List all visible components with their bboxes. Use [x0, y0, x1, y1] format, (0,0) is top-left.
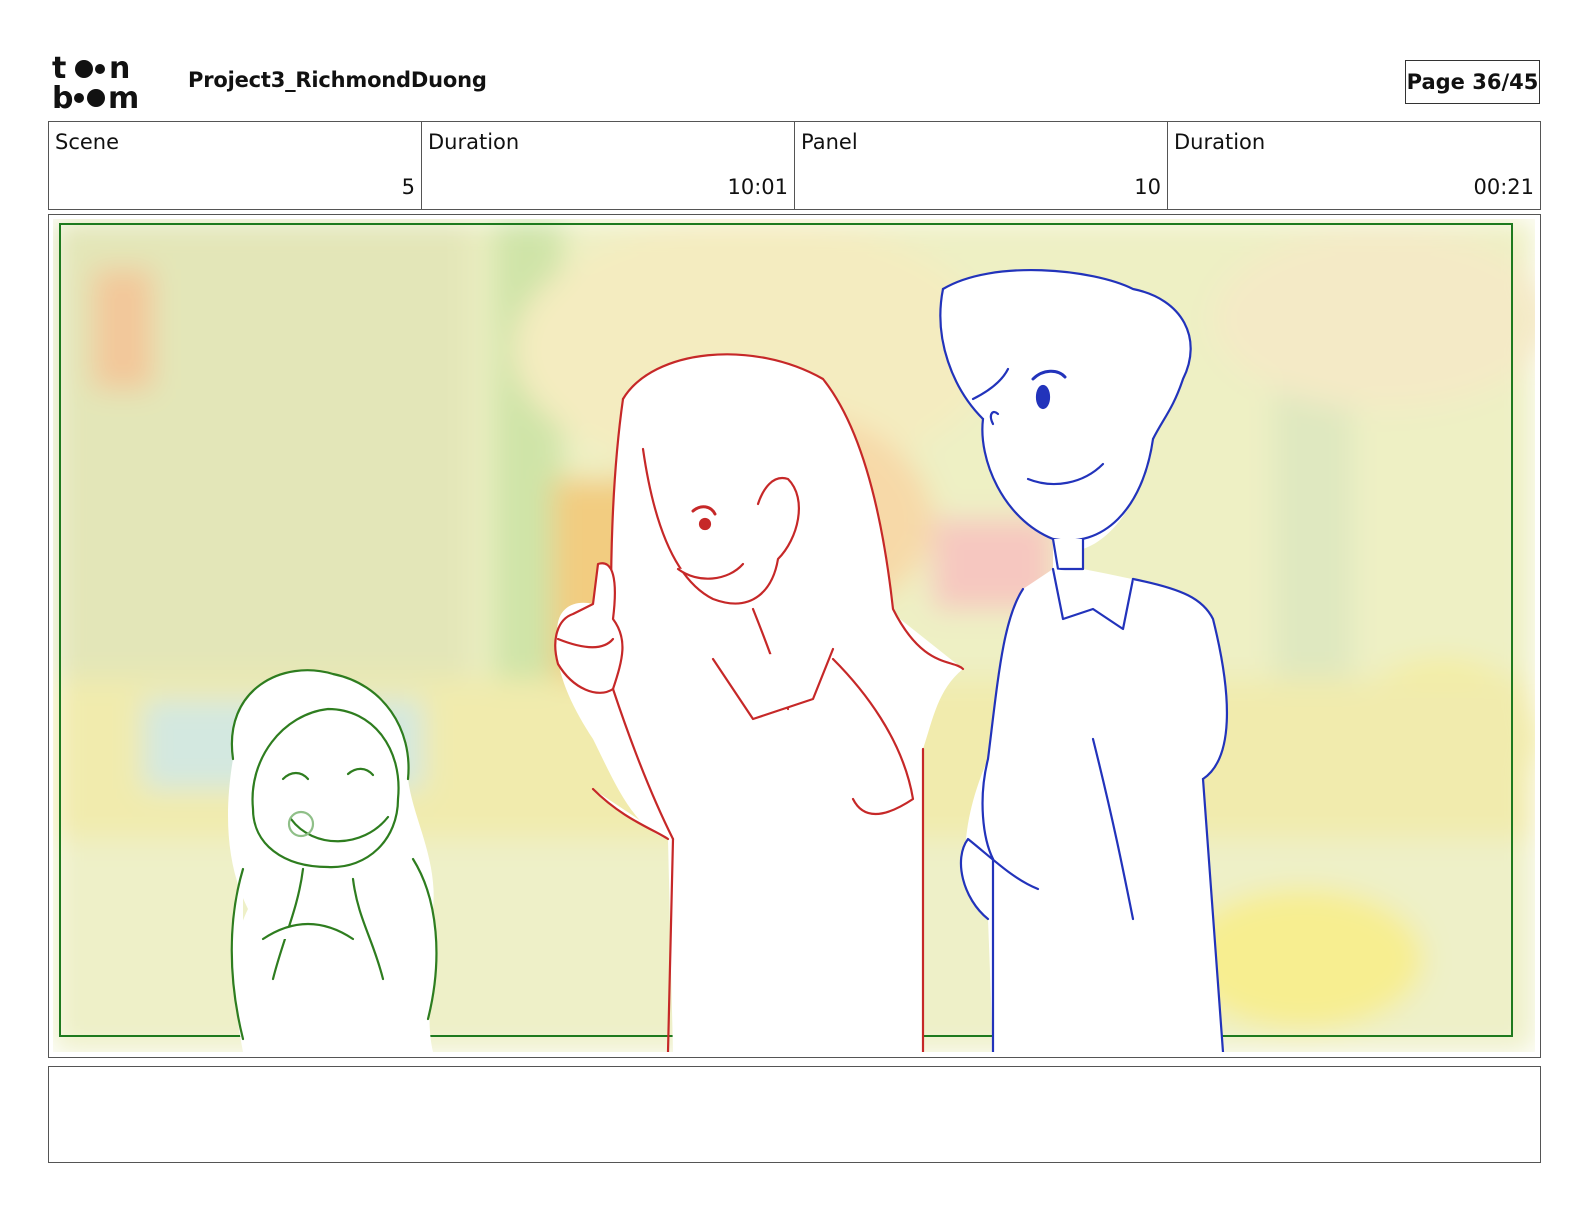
panel-duration-value: 00:21 — [1473, 175, 1534, 199]
page-indicator: Page 36/45 — [1405, 60, 1540, 104]
panel-cell: Panel 10 — [795, 122, 1168, 209]
scene-label: Scene — [55, 130, 120, 154]
scene-value: 5 — [401, 175, 415, 199]
svg-text:b: b — [52, 81, 73, 112]
panel-duration-cell: Duration 00:21 — [1168, 122, 1540, 209]
panel-notes-box — [48, 1066, 1541, 1163]
scene-duration-label: Duration — [428, 130, 520, 154]
scene-duration-value: 10:01 — [727, 175, 788, 199]
page-label: Page 36/45 — [1406, 70, 1539, 94]
scene-duration-cell: Duration 10:01 — [422, 122, 795, 209]
project-title: Project3_RichmondDuong — [188, 68, 487, 92]
panel-illustration — [53, 219, 1535, 1052]
scene-info-table: Scene 5 Duration 10:01 Panel 10 Duration… — [48, 121, 1541, 210]
storyboard-panel — [48, 214, 1541, 1058]
svg-text:m: m — [108, 81, 139, 112]
panel-duration-label: Duration — [1174, 130, 1266, 154]
scene-cell: Scene 5 — [49, 122, 422, 209]
panel-label: Panel — [801, 130, 858, 154]
panel-value: 10 — [1134, 175, 1161, 199]
toonboom-logo: t n b m — [52, 52, 139, 112]
